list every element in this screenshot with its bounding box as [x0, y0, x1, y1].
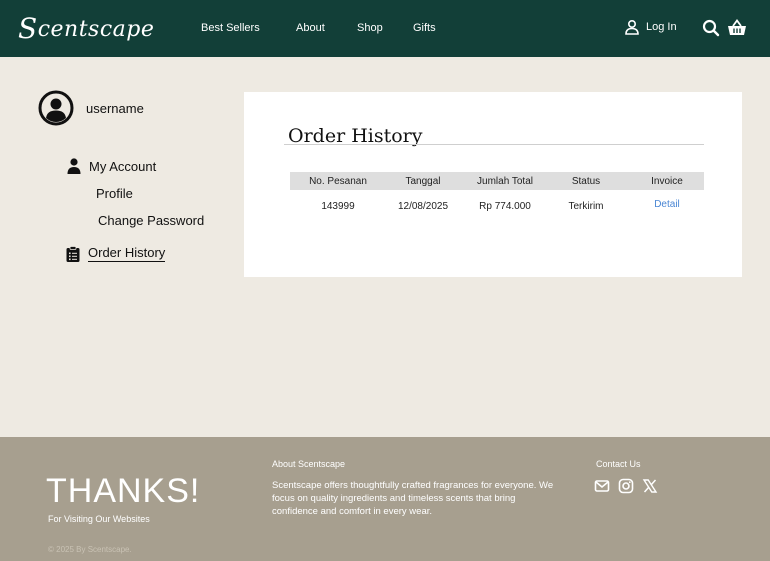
nav-gifts[interactable]: Gifts — [413, 22, 436, 34]
footer-copyright: © 2025 By Scentscape. — [48, 545, 132, 554]
user-summary: username — [38, 90, 144, 126]
top-header: Scentscape Best Sellers About Shop Gifts… — [0, 0, 770, 57]
column-header-invoice: Invoice — [651, 176, 683, 187]
sidebar-change-password[interactable]: Change Password — [98, 213, 204, 228]
person-icon — [67, 158, 81, 174]
clipboard-list-icon — [66, 245, 80, 262]
sidebar-profile-label: Profile — [96, 186, 133, 201]
footer-thanks: THANKS! — [46, 472, 201, 510]
mail-icon[interactable] — [594, 478, 610, 494]
title-divider — [284, 144, 704, 145]
user-icon — [625, 19, 639, 35]
nav-shop[interactable]: Shop — [357, 22, 383, 34]
cell-status: Terkirim — [568, 201, 604, 212]
column-header-status: Status — [571, 176, 601, 187]
sidebar-my-account-label: My Account — [89, 158, 157, 174]
footer-contact-icons — [594, 478, 658, 494]
basket-icon[interactable] — [726, 17, 748, 39]
cell-total: Rp 774.000 — [479, 201, 531, 212]
nav-about[interactable]: About — [296, 22, 325, 34]
column-header-total: Jumlah Total — [477, 176, 533, 187]
sidebar-change-password-label: Change Password — [98, 213, 205, 228]
search-icon[interactable] — [700, 17, 722, 39]
sidebar-order-history[interactable]: Order History — [66, 245, 166, 262]
avatar-icon — [38, 90, 74, 126]
column-header-date: Tanggal — [405, 176, 441, 187]
login-link[interactable]: Log In — [624, 19, 677, 35]
login-label: Log In — [646, 21, 677, 33]
sidebar-order-history-label: Order History — [88, 245, 166, 262]
order-history-panel: Order History No. Pesanan Tanggal Jumlah… — [244, 92, 742, 277]
footer-about-text: Scentscape offers thoughtfully crafted f… — [272, 480, 554, 517]
username-label: username — [86, 100, 144, 116]
brand-logo[interactable]: Scentscape — [18, 10, 154, 45]
cell-order-no: 143999 — [321, 201, 355, 212]
invoice-detail-link[interactable]: Detail — [622, 199, 712, 210]
column-header-order-no: No. Pesanan — [309, 176, 367, 187]
footer-about-heading: About Scentscape — [272, 459, 346, 469]
footer-contact-heading: Contact Us — [596, 459, 641, 469]
sidebar-profile[interactable]: Profile — [96, 186, 133, 201]
sidebar-my-account[interactable]: My Account — [67, 158, 156, 174]
x-twitter-icon[interactable] — [642, 478, 658, 494]
cell-date: 12/08/2025 — [397, 201, 449, 212]
nav-best-sellers[interactable]: Best Sellers — [201, 22, 260, 34]
site-footer: THANKS! For Visiting Our Websites © 2025… — [0, 437, 770, 561]
instagram-icon[interactable] — [618, 478, 634, 494]
footer-visit-text: For Visiting Our Websites — [48, 514, 150, 524]
